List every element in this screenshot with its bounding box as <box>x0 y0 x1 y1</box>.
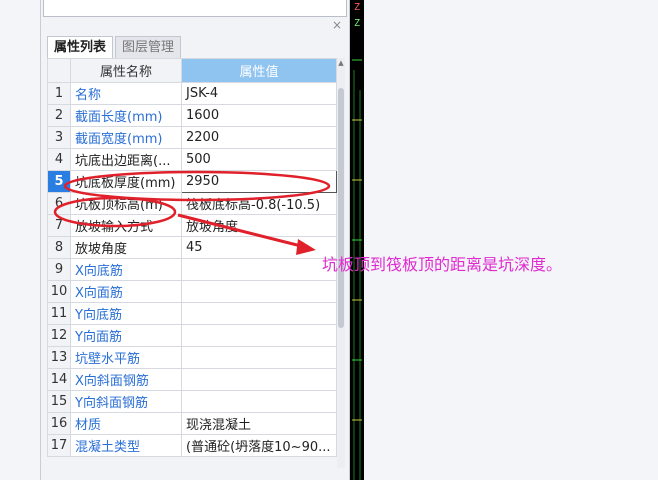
property-value-cell[interactable]: 45 <box>181 236 337 259</box>
property-name-cell[interactable]: Y向面筋 <box>70 324 182 347</box>
property-value-cell[interactable]: (普通砼(坍落度10~90... <box>181 434 337 457</box>
property-value-cell[interactable]: 筏板底标高-0.8(-10.5) <box>181 192 337 215</box>
property-value-cell[interactable] <box>181 390 337 413</box>
table-row[interactable]: 12 Y向面筋 <box>47 324 337 347</box>
row-index[interactable]: 6 <box>47 192 71 215</box>
table-row[interactable]: 3 截面宽度(mm) 2200 <box>47 126 337 149</box>
table-row[interactable]: 15 Y向斜面钢筋 <box>47 390 337 413</box>
row-index[interactable]: 10 <box>47 280 71 303</box>
row-index[interactable]: 7 <box>47 214 71 237</box>
table-row[interactable]: 17 混凝土类型 (普通砼(坍落度10~90... <box>47 434 337 457</box>
table-row[interactable]: 10 X向面筋 <box>47 280 337 303</box>
property-name-cell[interactable]: 名称 <box>70 82 182 105</box>
table-row[interactable]: 14 X向斜面钢筋 <box>47 368 337 391</box>
row-index[interactable]: 16 <box>47 412 71 435</box>
table-row[interactable]: 7 放坡输入方式 放坡角度 <box>47 214 337 237</box>
tab-properties-list[interactable]: 属性列表 <box>47 36 114 58</box>
properties-table: 属性名称 属性值 1 名称 JSK-4 2 截面长度(mm) 1600 3 截面宽度(mm) 2… <box>47 58 337 457</box>
header-property-name[interactable]: 属性名称 <box>70 58 182 83</box>
property-name-cell[interactable]: 截面宽度(mm) <box>70 126 182 149</box>
property-name-cell[interactable]: 放坡角度 <box>70 236 182 259</box>
property-value-cell[interactable]: 放坡角度 <box>181 214 337 237</box>
row-index[interactable]: 9 <box>47 258 71 281</box>
property-value-cell[interactable] <box>181 258 337 281</box>
property-name-cell[interactable]: 坑底出边距离(... <box>70 148 182 171</box>
table-row[interactable]: 4 坑底出边距离(... 500 <box>47 148 337 171</box>
table-row[interactable]: 6 坑板顶标高(m) 筏板底标高-0.8(-10.5) <box>47 192 337 215</box>
table-row[interactable]: 13 坑壁水平筋 <box>47 346 337 369</box>
table-row[interactable]: 11 Y向底筋 <box>47 302 337 325</box>
property-name-cell[interactable]: 坑壁水平筋 <box>70 346 182 369</box>
property-value-cell[interactable]: JSK-4 <box>181 82 337 105</box>
property-name-cell[interactable]: 混凝土类型 <box>70 434 182 457</box>
panel-tabs: 属性列表 图层管理 <box>47 36 182 58</box>
property-name-cell[interactable]: Y向斜面钢筋 <box>70 390 182 413</box>
annotation-text: 坑板顶到筏板顶的距离是坑深度。 <box>322 255 563 274</box>
property-name-cell[interactable]: X向底筋 <box>70 258 182 281</box>
property-name-cell[interactable]: X向斜面钢筋 <box>70 368 182 391</box>
header-index <box>47 58 71 83</box>
header-property-value[interactable]: 属性值 <box>181 58 337 83</box>
property-value-cell[interactable] <box>181 302 337 325</box>
table-row[interactable]: 8 放坡角度 45 <box>47 236 337 259</box>
property-value-cell[interactable]: 2200 <box>181 126 337 149</box>
table-row[interactable]: 9 X向底筋 <box>47 258 337 281</box>
property-value-cell[interactable] <box>181 368 337 391</box>
scroll-up-arrow-icon[interactable]: ▲ <box>337 58 345 68</box>
row-index[interactable]: 1 <box>47 82 71 105</box>
row-index[interactable]: 15 <box>47 390 71 413</box>
property-name-cell[interactable]: 坑底板厚度(mm) <box>70 170 182 193</box>
property-value-cell[interactable] <box>181 324 337 347</box>
close-icon[interactable]: × <box>331 19 343 31</box>
row-index[interactable]: 11 <box>47 302 71 325</box>
row-index[interactable]: 2 <box>47 104 71 127</box>
property-name-cell[interactable]: 放坡输入方式 <box>70 214 182 237</box>
table-row[interactable]: 5 坑底板厚度(mm) 2950 <box>47 170 337 193</box>
property-value-cell[interactable]: 现浇混凝土 <box>181 412 337 435</box>
table-row[interactable]: 16 材质 现浇混凝土 <box>47 412 337 435</box>
property-value-cell[interactable] <box>181 280 337 303</box>
property-name-cell[interactable]: 坑板顶标高(m) <box>70 192 182 215</box>
property-name-cell[interactable]: 材质 <box>70 412 182 435</box>
top-input-box[interactable] <box>43 0 347 17</box>
row-index[interactable]: 3 <box>47 126 71 149</box>
tab-layer-management[interactable]: 图层管理 <box>115 36 182 58</box>
property-value-cell[interactable] <box>181 346 337 369</box>
property-value-cell[interactable]: 500 <box>181 148 337 171</box>
row-index[interactable]: 4 <box>47 148 71 171</box>
property-name-cell[interactable]: X向面筋 <box>70 280 182 303</box>
cad-lines <box>352 59 362 480</box>
row-index[interactable]: 8 <box>47 236 71 259</box>
row-index[interactable]: 13 <box>47 346 71 369</box>
row-index[interactable]: 14 <box>47 368 71 391</box>
property-name-cell[interactable]: 截面长度(mm) <box>70 104 182 127</box>
cad-drawing-canvas[interactable]: Z Z <box>350 0 364 480</box>
property-name-cell[interactable]: Y向底筋 <box>70 302 182 325</box>
table-row[interactable]: 2 截面长度(mm) 1600 <box>47 104 337 127</box>
table-row[interactable]: 1 名称 JSK-4 <box>47 82 337 105</box>
property-value-cell[interactable]: 1600 <box>181 104 337 127</box>
property-value-cell[interactable]: 2950 <box>181 170 337 193</box>
scrollbar-thumb[interactable] <box>338 88 344 328</box>
properties-panel: × 属性列表 图层管理 属性名称 属性值 1 名称 JSK-4 2 截面长度(mm) 16… <box>40 0 350 480</box>
row-index[interactable]: 17 <box>47 434 71 457</box>
table-header-row: 属性名称 属性值 <box>47 58 337 83</box>
row-index[interactable]: 5 <box>47 170 71 193</box>
row-index[interactable]: 12 <box>47 324 71 347</box>
